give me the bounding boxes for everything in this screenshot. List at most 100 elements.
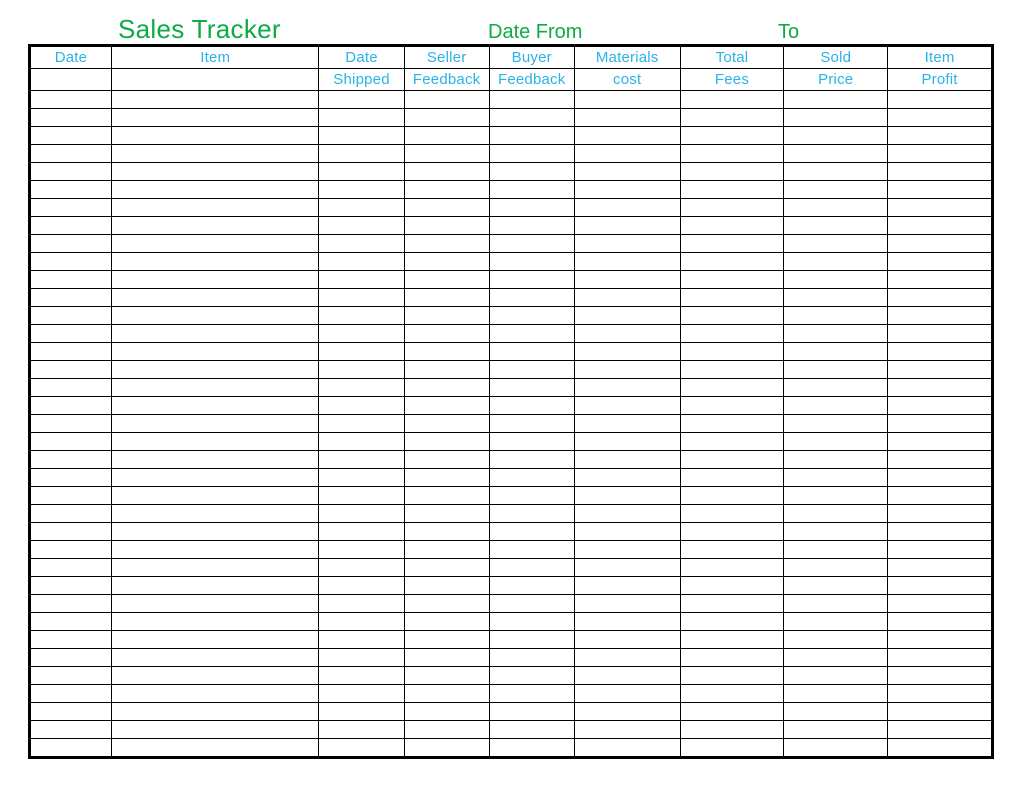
- cell[interactable]: [111, 307, 319, 325]
- cell[interactable]: [111, 451, 319, 469]
- cell[interactable]: [888, 253, 992, 271]
- cell[interactable]: [574, 487, 680, 505]
- cell[interactable]: [319, 721, 404, 739]
- cell[interactable]: [31, 379, 112, 397]
- cell[interactable]: [784, 739, 888, 757]
- cell[interactable]: [888, 613, 992, 631]
- cell[interactable]: [489, 289, 574, 307]
- cell[interactable]: [574, 181, 680, 199]
- cell[interactable]: [784, 325, 888, 343]
- cell[interactable]: [784, 631, 888, 649]
- cell[interactable]: [489, 523, 574, 541]
- cell[interactable]: [31, 307, 112, 325]
- cell[interactable]: [404, 181, 489, 199]
- cell[interactable]: [111, 595, 319, 613]
- cell[interactable]: [574, 577, 680, 595]
- cell[interactable]: [784, 613, 888, 631]
- cell[interactable]: [888, 217, 992, 235]
- cell[interactable]: [111, 433, 319, 451]
- cell[interactable]: [404, 433, 489, 451]
- cell[interactable]: [784, 289, 888, 307]
- cell[interactable]: [319, 541, 404, 559]
- cell[interactable]: [489, 685, 574, 703]
- cell[interactable]: [574, 253, 680, 271]
- cell[interactable]: [111, 343, 319, 361]
- cell[interactable]: [111, 613, 319, 631]
- cell[interactable]: [489, 379, 574, 397]
- cell[interactable]: [574, 361, 680, 379]
- cell[interactable]: [489, 433, 574, 451]
- cell[interactable]: [319, 379, 404, 397]
- cell[interactable]: [489, 163, 574, 181]
- cell[interactable]: [680, 235, 784, 253]
- cell[interactable]: [888, 631, 992, 649]
- cell[interactable]: [574, 541, 680, 559]
- cell[interactable]: [574, 631, 680, 649]
- cell[interactable]: [784, 235, 888, 253]
- cell[interactable]: [31, 235, 112, 253]
- cell[interactable]: [574, 649, 680, 667]
- cell[interactable]: [404, 703, 489, 721]
- cell[interactable]: [319, 631, 404, 649]
- cell[interactable]: [489, 361, 574, 379]
- cell[interactable]: [489, 451, 574, 469]
- cell[interactable]: [680, 541, 784, 559]
- cell[interactable]: [489, 487, 574, 505]
- cell[interactable]: [489, 649, 574, 667]
- cell[interactable]: [888, 595, 992, 613]
- cell[interactable]: [404, 667, 489, 685]
- cell[interactable]: [319, 127, 404, 145]
- cell[interactable]: [319, 559, 404, 577]
- cell[interactable]: [680, 451, 784, 469]
- cell[interactable]: [319, 361, 404, 379]
- cell[interactable]: [888, 307, 992, 325]
- cell[interactable]: [404, 307, 489, 325]
- cell[interactable]: [319, 523, 404, 541]
- cell[interactable]: [111, 145, 319, 163]
- cell[interactable]: [888, 379, 992, 397]
- cell[interactable]: [404, 487, 489, 505]
- cell[interactable]: [784, 469, 888, 487]
- cell[interactable]: [784, 379, 888, 397]
- cell[interactable]: [784, 721, 888, 739]
- cell[interactable]: [574, 325, 680, 343]
- cell[interactable]: [111, 559, 319, 577]
- cell[interactable]: [574, 739, 680, 757]
- cell[interactable]: [319, 667, 404, 685]
- cell[interactable]: [574, 397, 680, 415]
- cell[interactable]: [31, 577, 112, 595]
- cell[interactable]: [111, 397, 319, 415]
- cell[interactable]: [784, 361, 888, 379]
- cell[interactable]: [888, 433, 992, 451]
- cell[interactable]: [489, 109, 574, 127]
- cell[interactable]: [489, 397, 574, 415]
- cell[interactable]: [489, 199, 574, 217]
- cell[interactable]: [574, 595, 680, 613]
- cell[interactable]: [31, 739, 112, 757]
- cell[interactable]: [31, 343, 112, 361]
- cell[interactable]: [784, 343, 888, 361]
- cell[interactable]: [319, 181, 404, 199]
- cell[interactable]: [31, 649, 112, 667]
- cell[interactable]: [404, 343, 489, 361]
- cell[interactable]: [31, 199, 112, 217]
- cell[interactable]: [404, 361, 489, 379]
- cell[interactable]: [574, 271, 680, 289]
- cell[interactable]: [574, 559, 680, 577]
- cell[interactable]: [888, 109, 992, 127]
- cell[interactable]: [319, 703, 404, 721]
- cell[interactable]: [111, 253, 319, 271]
- cell[interactable]: [574, 343, 680, 361]
- cell[interactable]: [111, 361, 319, 379]
- cell[interactable]: [784, 685, 888, 703]
- cell[interactable]: [888, 199, 992, 217]
- cell[interactable]: [784, 415, 888, 433]
- cell[interactable]: [489, 613, 574, 631]
- cell[interactable]: [574, 145, 680, 163]
- cell[interactable]: [680, 721, 784, 739]
- cell[interactable]: [784, 91, 888, 109]
- cell[interactable]: [319, 325, 404, 343]
- cell[interactable]: [784, 271, 888, 289]
- cell[interactable]: [489, 343, 574, 361]
- cell[interactable]: [888, 361, 992, 379]
